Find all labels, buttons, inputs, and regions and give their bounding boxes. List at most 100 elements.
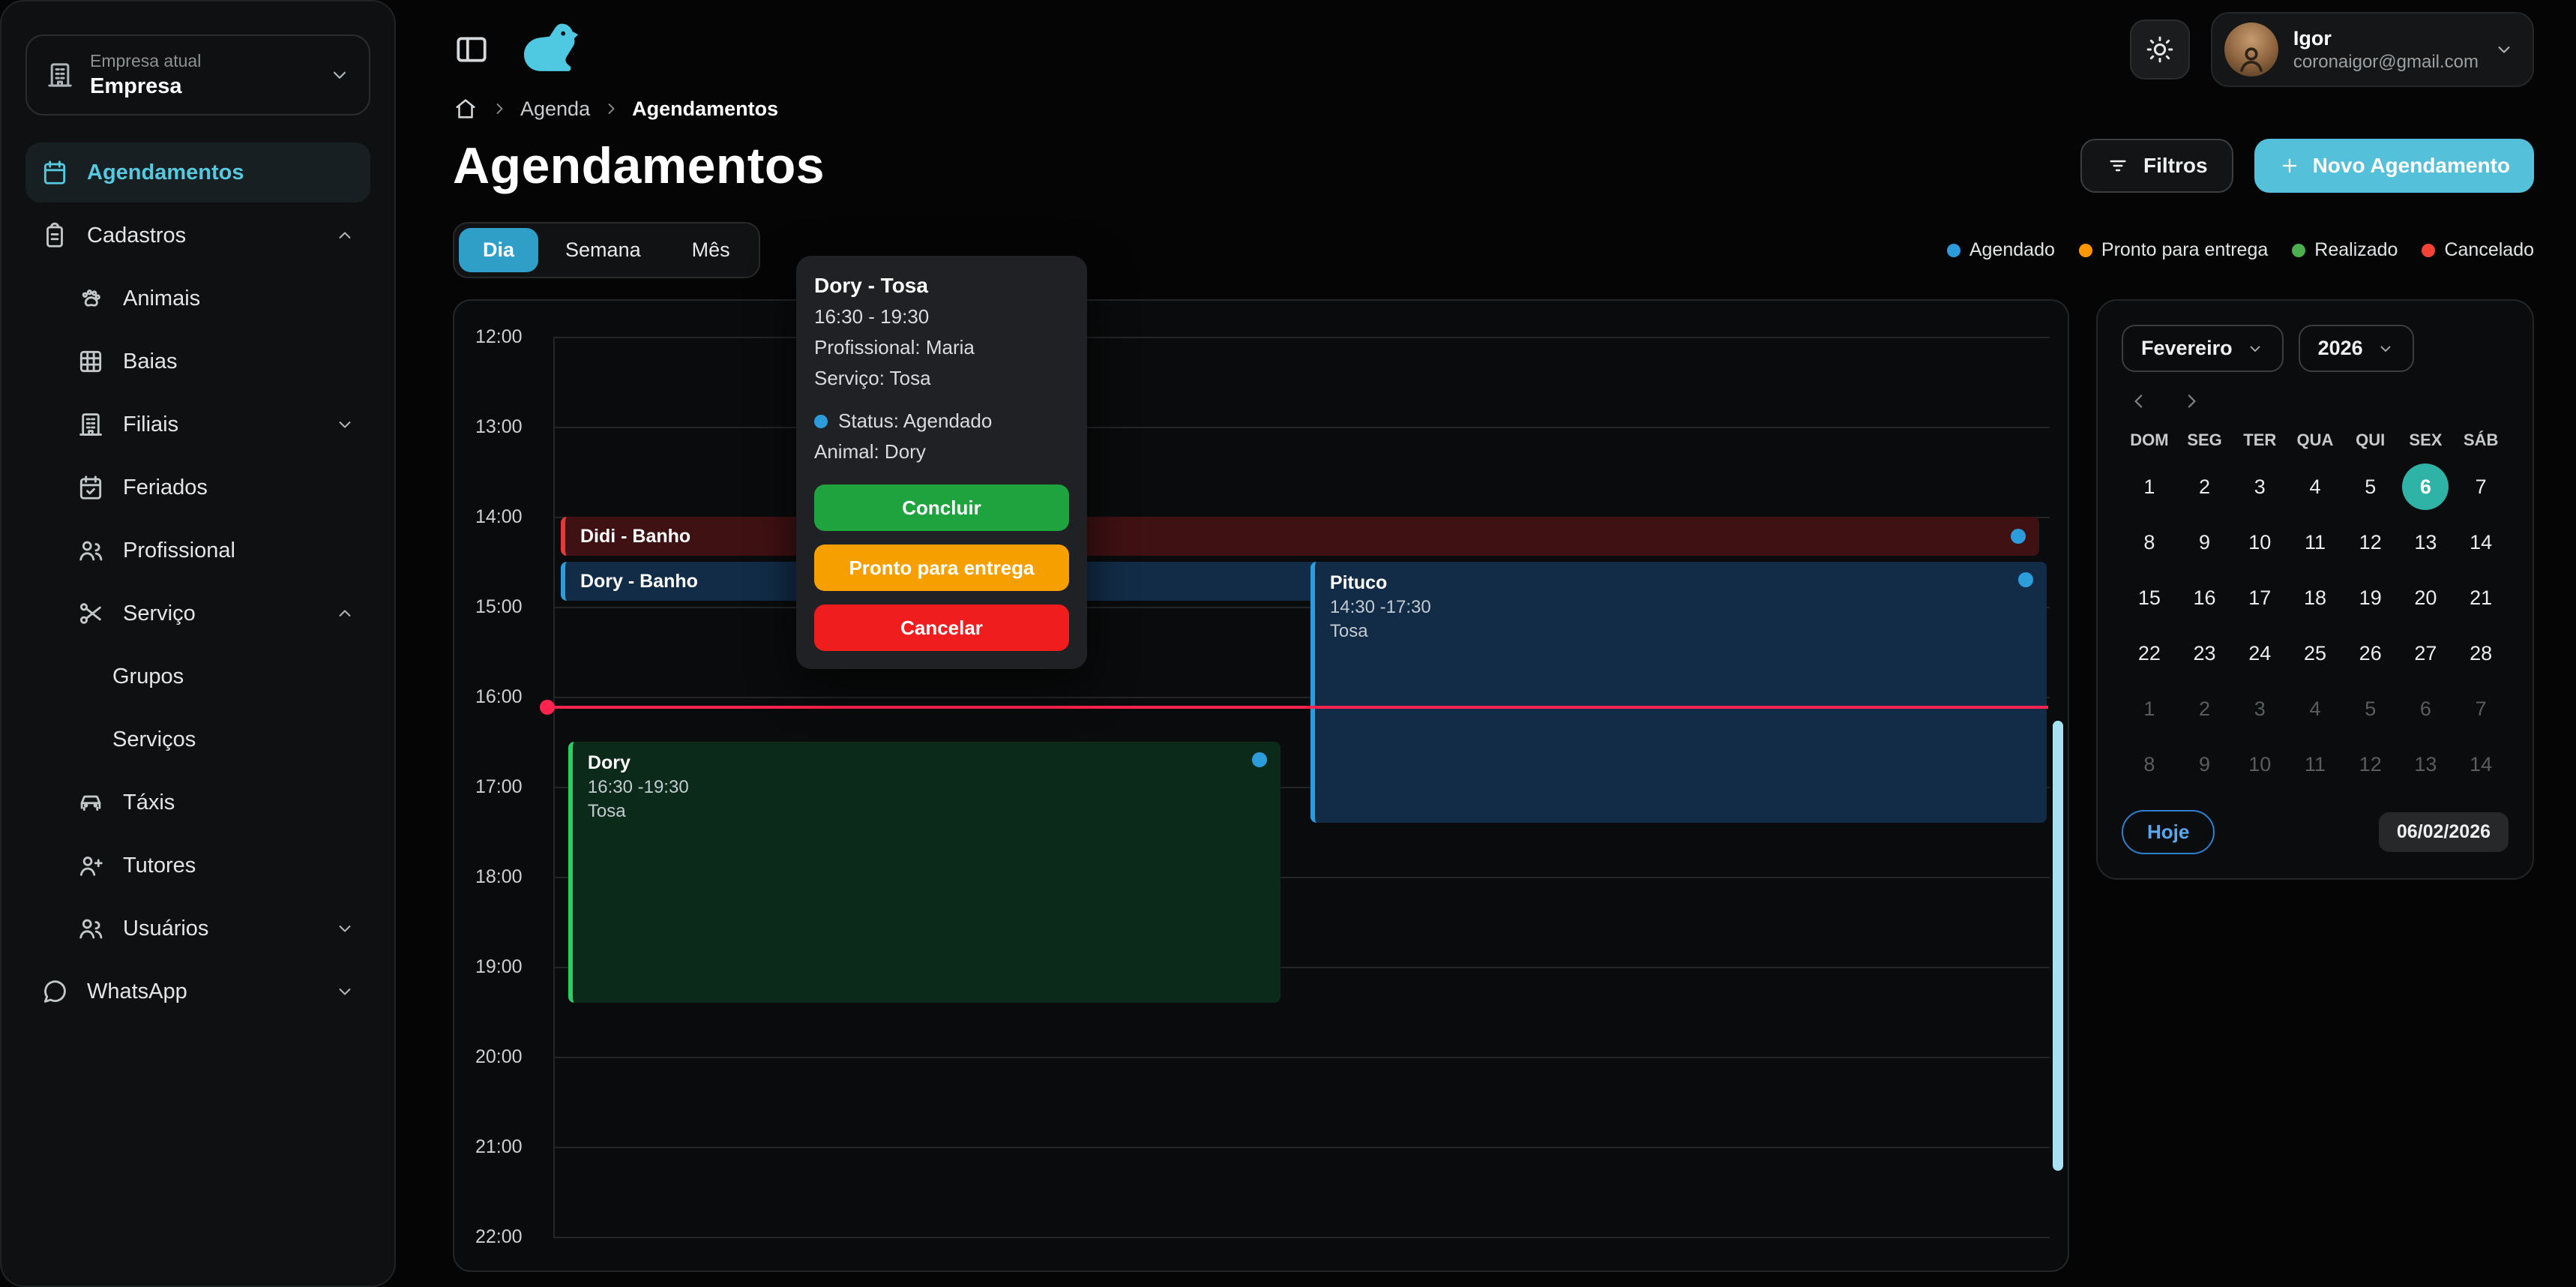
calendar-cell: 10 bbox=[2232, 514, 2287, 570]
calendar-day[interactable]: 14 bbox=[2458, 519, 2504, 566]
theme-toggle-button[interactable] bbox=[2130, 20, 2190, 80]
user-text: Igor coronaigor@gmail.com bbox=[2293, 27, 2479, 73]
calendar-day[interactable]: 24 bbox=[2236, 630, 2283, 676]
time-label: 17:00 bbox=[475, 776, 523, 798]
calendar-day[interactable]: 23 bbox=[2182, 630, 2228, 676]
sidebar-item-cadastros[interactable]: Cadastros bbox=[25, 206, 370, 266]
event-dory[interactable]: Dory16:30 -19:30Tosa bbox=[568, 742, 1281, 1003]
calendar-day[interactable]: 22 bbox=[2126, 630, 2173, 676]
month-select-value: Fevereiro bbox=[2141, 337, 2233, 360]
calendar-day[interactable]: 8 bbox=[2126, 519, 2173, 566]
hoje-button[interactable]: Hoje bbox=[2122, 810, 2215, 854]
calendar-day[interactable]: 16 bbox=[2182, 574, 2228, 621]
calendar-day[interactable]: 12 bbox=[2347, 741, 2394, 788]
calendar-day[interactable]: 6 bbox=[2402, 686, 2449, 732]
new-appointment-button[interactable]: Novo Agendamento bbox=[2254, 139, 2534, 193]
calendar-day[interactable]: 17 bbox=[2236, 574, 2283, 621]
dow-label: QUA bbox=[2287, 418, 2343, 459]
hour-gridline bbox=[553, 1237, 2050, 1238]
time-label: 15:00 bbox=[475, 596, 523, 618]
concluir-button[interactable]: Concluir bbox=[814, 484, 1069, 531]
calendar-day[interactable]: 26 bbox=[2347, 630, 2394, 676]
cancelar-button[interactable]: Cancelar bbox=[814, 604, 1069, 651]
calendar-day[interactable]: 5 bbox=[2347, 464, 2394, 510]
tab-semana[interactable]: Semana bbox=[541, 228, 665, 272]
calendar-day[interactable]: 10 bbox=[2236, 519, 2283, 566]
calendar-scrollbar[interactable] bbox=[2053, 721, 2063, 1171]
calendar-day[interactable]: 4 bbox=[2292, 464, 2338, 510]
popover-status-row: Status: Agendado bbox=[814, 410, 1069, 433]
calendar-day[interactable]: 12 bbox=[2347, 519, 2394, 566]
calendar-day[interactable]: 9 bbox=[2182, 741, 2228, 788]
sidebar-item-servicos[interactable]: Serviços bbox=[97, 710, 370, 770]
calendar-day[interactable]: 4 bbox=[2292, 686, 2338, 732]
home-icon[interactable] bbox=[453, 96, 478, 122]
calendar-day[interactable]: 7 bbox=[2458, 686, 2504, 732]
grid-icon bbox=[76, 347, 105, 376]
legend-dot bbox=[1947, 244, 1960, 257]
dow-label: TER bbox=[2232, 418, 2287, 459]
calendar-day[interactable]: 5 bbox=[2347, 686, 2394, 732]
next-month-button[interactable] bbox=[2180, 390, 2203, 412]
calendar-day[interactable]: 2 bbox=[2182, 464, 2228, 510]
sidebar-item-profissional[interactable]: Profissional bbox=[61, 520, 370, 580]
sidebar-item-feriados[interactable]: Feriados bbox=[61, 458, 370, 518]
month-select[interactable]: Fevereiro bbox=[2122, 325, 2284, 372]
company-selector[interactable]: Empresa atual Empresa bbox=[25, 34, 370, 116]
calendar-day[interactable]: 3 bbox=[2236, 686, 2283, 732]
calendar-day[interactable]: 6 bbox=[2402, 464, 2449, 510]
mini-calendar-footer: Hoje 06/02/2026 bbox=[2122, 810, 2509, 854]
sidebar-item-filiais[interactable]: Filiais bbox=[61, 394, 370, 454]
year-select[interactable]: 2026 bbox=[2299, 325, 2414, 372]
calendar-day[interactable]: 14 bbox=[2458, 741, 2504, 788]
breadcrumb-agenda[interactable]: Agenda bbox=[520, 98, 590, 121]
calendar-day[interactable]: 20 bbox=[2402, 574, 2449, 621]
calendar-day[interactable]: 13 bbox=[2402, 741, 2449, 788]
calendar-day[interactable]: 1 bbox=[2126, 464, 2173, 510]
event-didi-banho[interactable]: Didi - Banho bbox=[561, 517, 2039, 556]
sidebar-item-taxis[interactable]: Táxis bbox=[61, 772, 370, 832]
sidebar-toggle-icon[interactable] bbox=[453, 31, 490, 68]
sidebar-item-baias[interactable]: Baias bbox=[61, 332, 370, 392]
calendar-day[interactable]: 11 bbox=[2292, 741, 2338, 788]
calendar-day[interactable]: 15 bbox=[2126, 574, 2173, 621]
calendar-day[interactable]: 7 bbox=[2458, 464, 2504, 510]
user-menu[interactable]: Igor coronaigor@gmail.com bbox=[2211, 12, 2534, 87]
mini-calendar-grid: DOMSEGTERQUAQUISEXSÁB1234567891011121314… bbox=[2122, 418, 2509, 792]
pronto-para-entrega-button[interactable]: Pronto para entrega bbox=[814, 544, 1069, 591]
sidebar-item-agendamentos[interactable]: Agendamentos bbox=[25, 142, 370, 202]
calendar-day[interactable]: 28 bbox=[2458, 630, 2504, 676]
calendar-cell: 18 bbox=[2287, 570, 2343, 626]
filters-button[interactable]: Filtros bbox=[2080, 139, 2233, 193]
sidebar-menu: AgendamentosCadastrosAnimaisBaiasFiliais… bbox=[25, 142, 370, 1022]
calendar-day[interactable]: 21 bbox=[2458, 574, 2504, 621]
event-pituco[interactable]: Pituco14:30 -17:30Tosa bbox=[1310, 562, 2047, 823]
calendar-day[interactable]: 27 bbox=[2402, 630, 2449, 676]
tab-dia[interactable]: Dia bbox=[459, 228, 538, 272]
calendar-day[interactable]: 19 bbox=[2347, 574, 2394, 621]
event-title: Didi - Banho bbox=[580, 526, 690, 548]
calendar-day[interactable]: 18 bbox=[2292, 574, 2338, 621]
sidebar-item-animais[interactable]: Animais bbox=[61, 268, 370, 328]
sidebar-item-whatsapp[interactable]: WhatsApp bbox=[25, 962, 370, 1022]
calendar-day[interactable]: 2 bbox=[2182, 686, 2228, 732]
calendar-day[interactable]: 3 bbox=[2236, 464, 2283, 510]
chat-icon bbox=[40, 977, 69, 1006]
calendar-day[interactable]: 1 bbox=[2126, 686, 2173, 732]
prev-month-button[interactable] bbox=[2128, 390, 2150, 412]
calendar-day[interactable]: 11 bbox=[2292, 519, 2338, 566]
calendar-day[interactable]: 25 bbox=[2292, 630, 2338, 676]
sidebar-item-tutores[interactable]: Tutores bbox=[61, 836, 370, 896]
calendar-day[interactable]: 8 bbox=[2126, 741, 2173, 788]
sidebar-item-servico[interactable]: Serviço bbox=[61, 584, 370, 644]
calendar-cell: 5 bbox=[2343, 681, 2398, 736]
sidebar-item-usuarios[interactable]: Usuários bbox=[61, 898, 370, 958]
calendar-day[interactable]: 9 bbox=[2182, 519, 2228, 566]
clipboard-icon bbox=[40, 221, 69, 250]
calendar-cell: 26 bbox=[2343, 626, 2398, 681]
calendar-cell: 5 bbox=[2343, 459, 2398, 514]
tab-mes[interactable]: Mês bbox=[668, 228, 754, 272]
calendar-day[interactable]: 10 bbox=[2236, 741, 2283, 788]
calendar-day[interactable]: 13 bbox=[2402, 519, 2449, 566]
sidebar-item-grupos[interactable]: Grupos bbox=[97, 646, 370, 706]
